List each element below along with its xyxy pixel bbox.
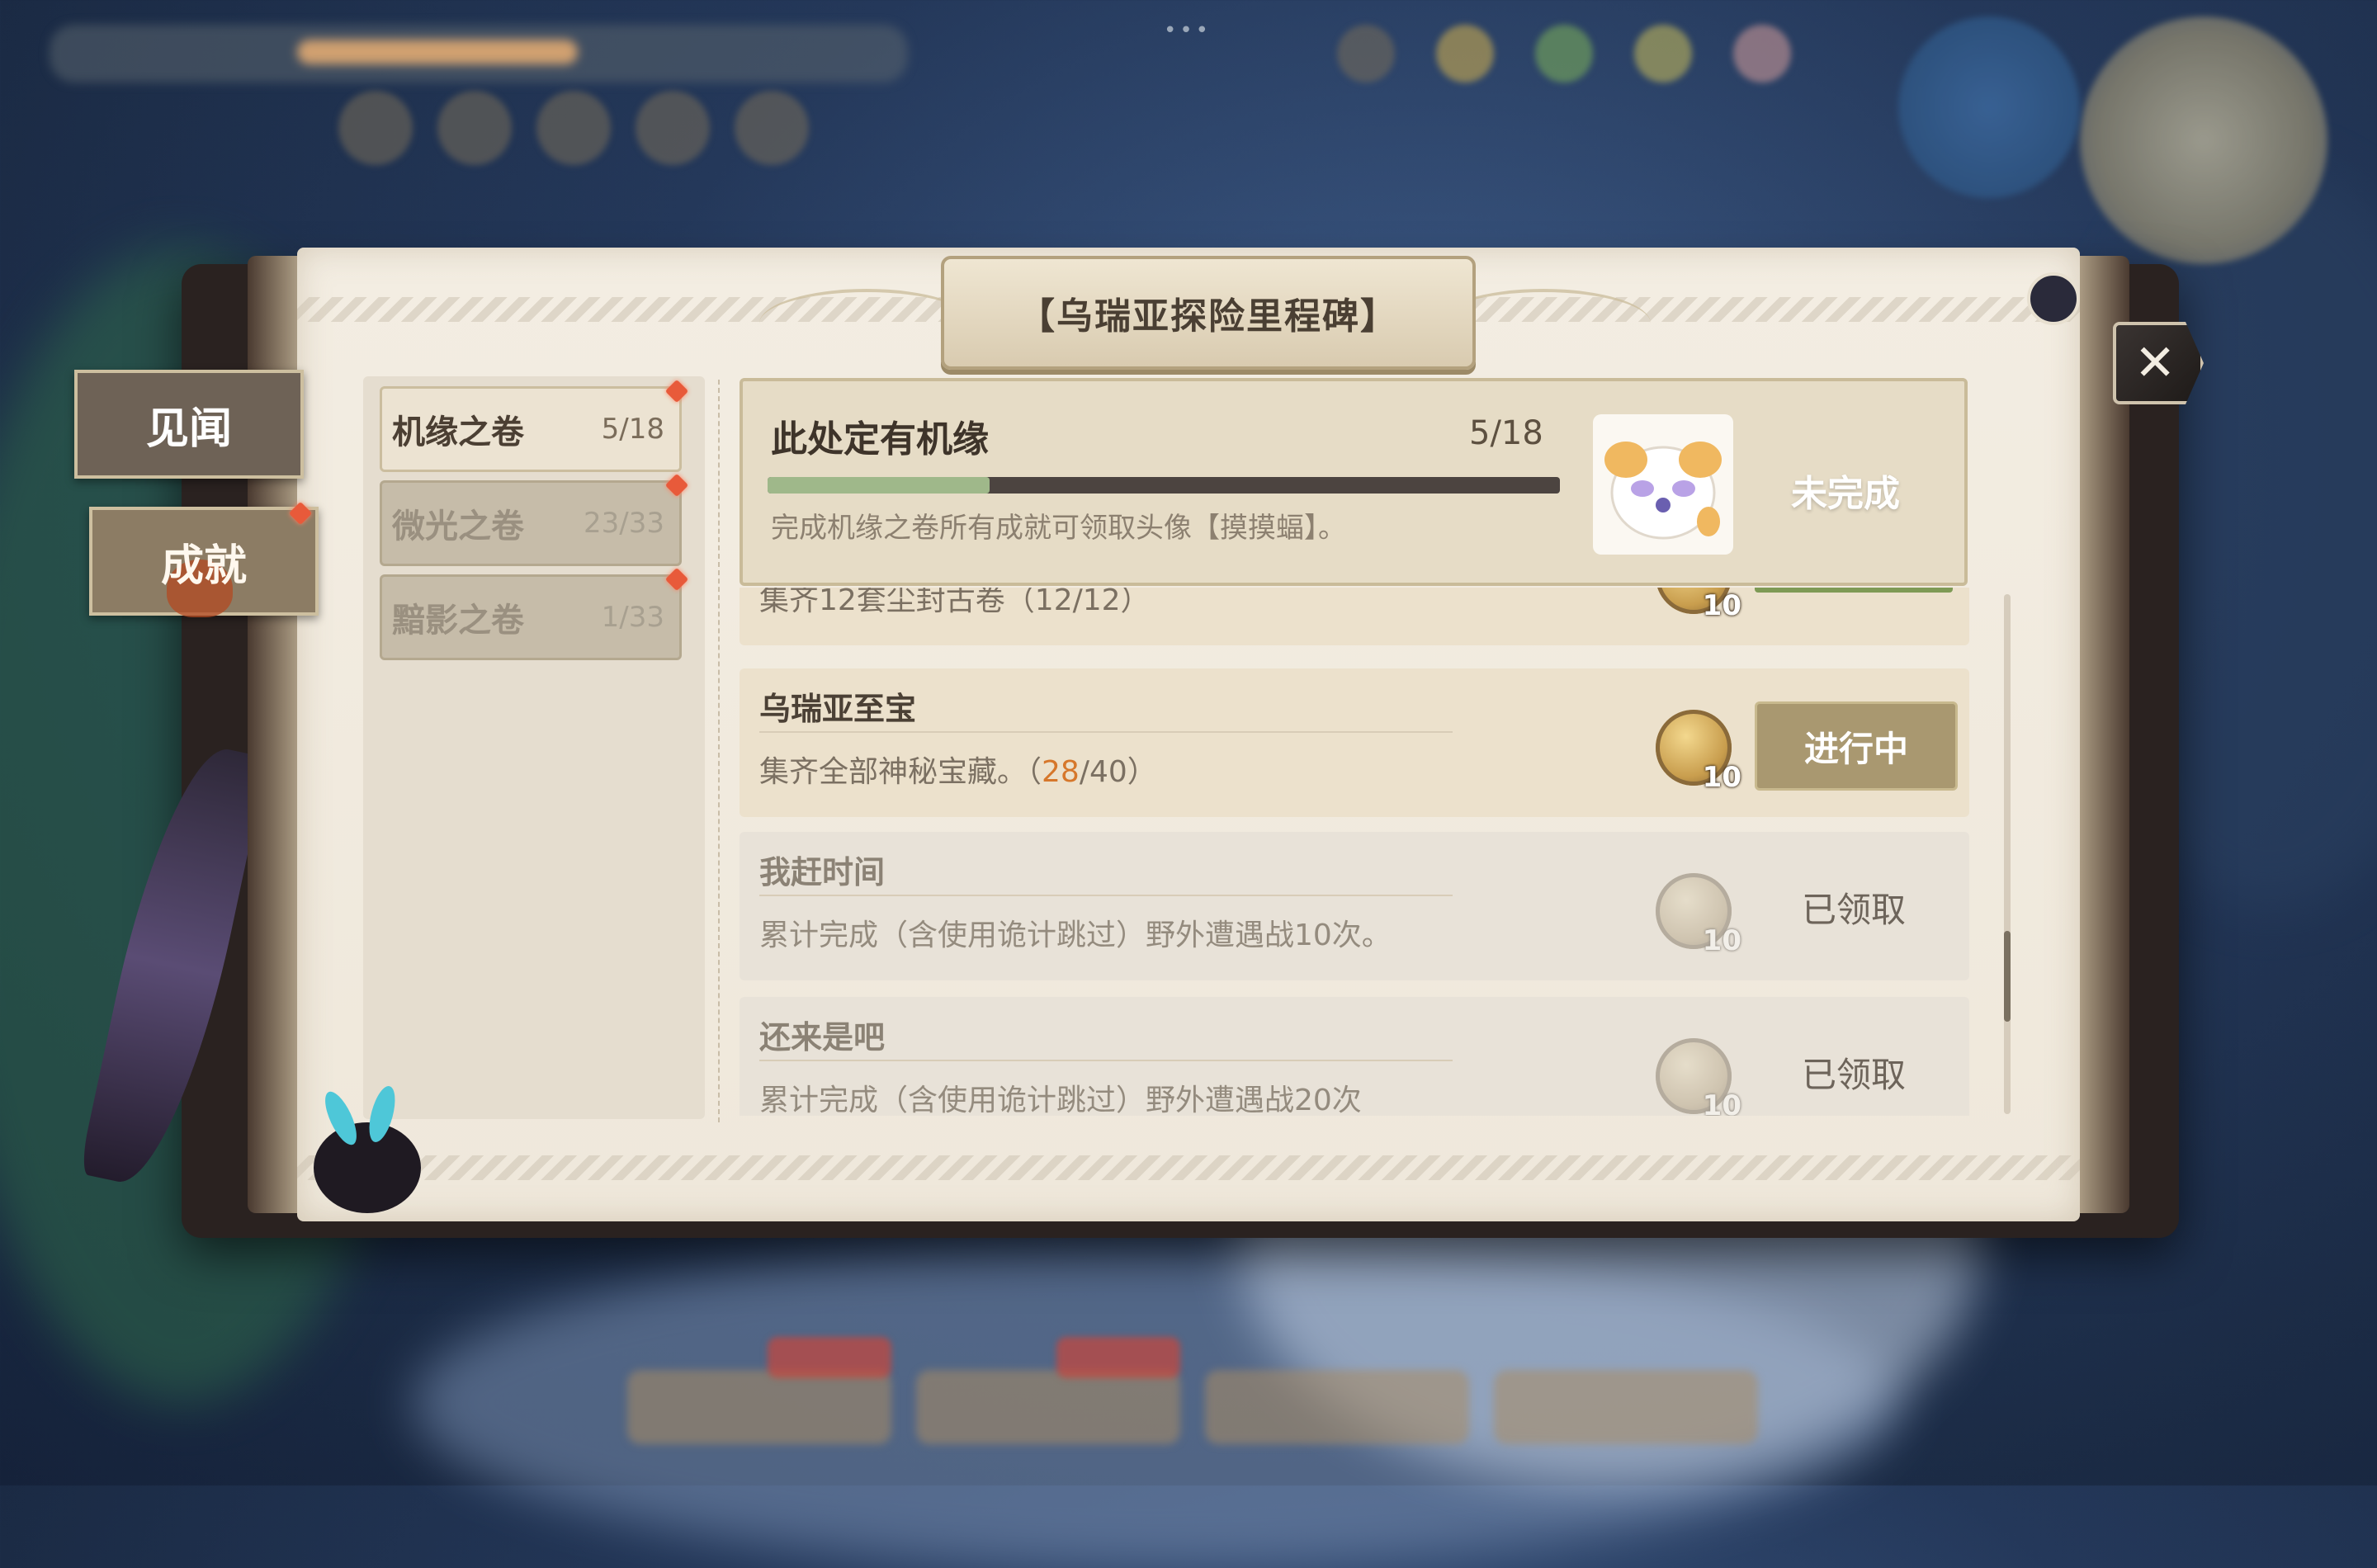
- reward-amount: 10: [1702, 924, 1741, 957]
- status-label: 已领取: [1801, 889, 1906, 930]
- hud-slot: [338, 91, 413, 165]
- avatar-mascot-icon: [1593, 414, 1733, 555]
- page-border-bottom: [297, 1155, 2080, 1180]
- row-divider: [759, 1060, 1453, 1061]
- tab-label: 见闻: [145, 404, 232, 454]
- row-divider: [759, 895, 1453, 896]
- bunny-ornament-icon: [2027, 272, 2080, 325]
- more-dots-icon: •••: [1164, 18, 1212, 43]
- title-banner: 【乌瑞亚探险里程碑】: [941, 256, 1476, 370]
- scroll-count: 1/33: [601, 601, 664, 634]
- achievement-title: 我赶时间: [759, 854, 886, 890]
- scrollbar[interactable]: [2004, 594, 2011, 1114]
- achievement-description: 累计完成（含使用诡计跳过）野外遭遇战10次。: [759, 919, 1392, 952]
- achievement-description: 累计完成（含使用诡计跳过）野外遭遇战20次: [759, 1084, 1362, 1116]
- milestone-count: 5/18: [1469, 414, 1543, 452]
- bottom-action-button: [1205, 1370, 1469, 1444]
- status-in-progress-button[interactable]: 进行中: [1755, 701, 1958, 791]
- scroll-count: 5/18: [601, 413, 664, 446]
- hud-slot: [735, 91, 809, 165]
- scroll-count: 23/33: [584, 507, 664, 540]
- reward-amount: 10: [1702, 1089, 1741, 1116]
- scroll-item-anying[interactable]: 黯影之卷 1/33: [380, 574, 682, 660]
- achievement-title: 还来是吧: [759, 1019, 886, 1056]
- scroll-item-weiguang[interactable]: 微光之卷 23/33: [380, 480, 682, 566]
- compass: [1898, 17, 2080, 198]
- reward-amount: 10: [1702, 589, 1741, 622]
- hud-slot: [636, 91, 710, 165]
- bottom-action-button: [627, 1370, 891, 1444]
- bottom-action-button: [1494, 1370, 1758, 1444]
- scrollbar-thumb[interactable]: [2004, 931, 2011, 1022]
- achievement-row: 集齐12套尘封古卷（12/12） 10: [740, 588, 1969, 645]
- bottom-badge: [1056, 1337, 1180, 1378]
- progress-fill: [768, 477, 990, 494]
- hud-icon: [1634, 25, 1692, 83]
- tab-jianwen[interactable]: 见闻: [74, 370, 304, 479]
- milestone-progress-bar: [768, 477, 1560, 494]
- hud-icon: [1436, 25, 1494, 83]
- achievement-row: 我赶时间 累计完成（含使用诡计跳过）野外遭遇战10次。 10 已领取: [740, 832, 1969, 980]
- hud-health-bar: [50, 25, 908, 83]
- tab-label: 成就: [160, 541, 247, 591]
- mascot-icon: [314, 1083, 421, 1213]
- scroll-item-jiyuan[interactable]: 机缘之卷 5/18: [380, 386, 682, 472]
- hud-icon: [1535, 25, 1593, 83]
- coin-reward-icon: 10: [1656, 710, 1741, 794]
- status-claimed-label: 已领取: [1755, 1030, 1953, 1114]
- hud-icon: [1733, 25, 1791, 83]
- coin-reward-icon: 10: [1656, 588, 1741, 622]
- milestone-title: 此处定有机缘: [771, 418, 989, 460]
- hud-slot: [437, 91, 512, 165]
- status-claimed-label: 已领取: [1755, 865, 1953, 949]
- bottom-badge: [768, 1337, 891, 1378]
- coin-reward-icon: 10: [1656, 873, 1741, 957]
- page-title: 【乌瑞亚探险里程碑】: [1018, 295, 1398, 338]
- scroll-name: 黯影之卷: [392, 602, 524, 640]
- milestone-status: 未完成: [1791, 473, 1900, 515]
- achievement-row: 还来是吧 累计完成（含使用诡计跳过）野外遭遇战20次 10 已领取: [740, 997, 1969, 1116]
- close-button[interactable]: ✕: [2113, 322, 2204, 404]
- coin-reward-icon: 10: [1656, 1038, 1741, 1116]
- bottom-action-button: [916, 1370, 1180, 1444]
- claim-button[interactable]: [1755, 588, 1953, 593]
- scroll-name: 微光之卷: [392, 508, 524, 545]
- reward-amount: 10: [1702, 761, 1741, 794]
- achievement-title: 乌瑞亚至宝: [759, 691, 917, 727]
- achievement-description: 集齐全部神秘宝藏。（28/40）: [759, 755, 1157, 789]
- scroll-name: 机缘之卷: [392, 413, 524, 451]
- achievement-row: 乌瑞亚至宝 集齐全部神秘宝藏。（28/40） 10 进行中: [740, 668, 1969, 817]
- hud-icon: [1337, 25, 1395, 83]
- status-label: 进行中: [1803, 728, 1908, 769]
- page-divider: [718, 380, 721, 1122]
- status-label: 已领取: [1801, 1054, 1906, 1095]
- achievement-description: 集齐12套尘封古卷（12/12）: [759, 588, 1151, 617]
- tab-chengjiu[interactable]: 成就: [89, 507, 319, 617]
- hud-slot: [536, 91, 611, 165]
- milestone-description: 完成机缘之卷所有成就可领取头像【摸摸蝠】。: [771, 512, 1346, 545]
- row-divider: [759, 731, 1453, 733]
- progress-current: 28: [1042, 755, 1080, 789]
- close-icon: ✕: [2134, 334, 2176, 392]
- achievement-list[interactable]: 集齐12套尘封古卷（12/12） 10 乌瑞亚至宝 集齐全部神秘宝藏。（28/4…: [740, 588, 1969, 1116]
- minimap: [2080, 17, 2327, 264]
- milestone-header-card: 此处定有机缘 5/18 完成机缘之卷所有成就可领取头像【摸摸蝠】。 未完成: [740, 378, 1968, 586]
